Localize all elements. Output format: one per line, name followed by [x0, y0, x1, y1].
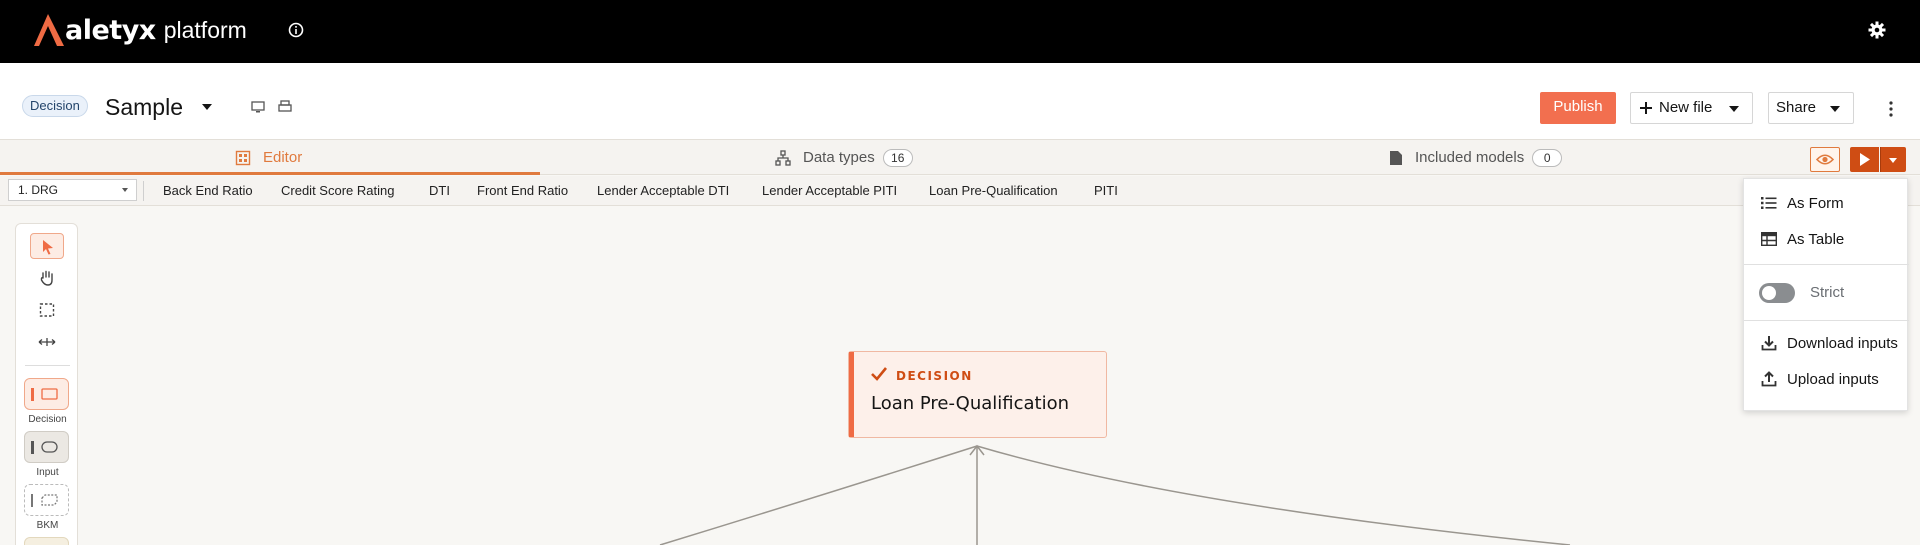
- top-bar: aletyx platform: [0, 0, 1920, 63]
- table-icon: [1761, 232, 1777, 246]
- run-as-table-item[interactable]: As Table: [1744, 222, 1909, 256]
- download-inputs-item[interactable]: Download inputs: [1744, 326, 1909, 360]
- run-button[interactable]: [1850, 147, 1879, 172]
- editor-tabs: Editor Data types 16 Included models 0: [0, 140, 1920, 175]
- upload-inputs-item[interactable]: Upload inputs: [1744, 362, 1909, 396]
- active-tab-indicator: [0, 172, 540, 175]
- eye-icon: [1815, 154, 1835, 165]
- dashed-select-icon: [39, 303, 55, 317]
- preview-button[interactable]: [1810, 147, 1840, 172]
- toggle-knob: [1762, 286, 1776, 300]
- run-options-menu: As Form As Table Strict Download inputs …: [1743, 178, 1909, 411]
- chevron-down-icon: [1889, 158, 1897, 163]
- node-link[interactable]: Lender Acceptable PITI: [762, 176, 897, 206]
- new-file-label: New file: [1659, 99, 1713, 116]
- gear-icon[interactable]: [1868, 21, 1886, 39]
- decision-tool-label: Decision: [28, 414, 67, 425]
- plus-icon: [1640, 102, 1652, 114]
- tab-included-models-label: Included models: [1415, 149, 1525, 166]
- tab-included-models[interactable]: Included models 0: [1389, 140, 1563, 175]
- horizontal-resize-icon: [38, 338, 56, 346]
- desktop-icon[interactable]: [250, 99, 266, 115]
- knowledge-source-tool[interactable]: [24, 537, 69, 545]
- file-icon: [1390, 150, 1402, 165]
- download-inputs-label: Download inputs: [1787, 334, 1898, 352]
- hierarchy-icon: [775, 149, 791, 166]
- chevron-down-icon: [1830, 106, 1840, 112]
- logo-mark-icon: [34, 14, 64, 46]
- brand-suffix: platform: [163, 16, 247, 43]
- decision-node-icon: [31, 388, 58, 401]
- node-type-label: DECISION: [896, 369, 973, 383]
- bkm-tool-label: BKM: [36, 520, 59, 531]
- check-icon: [871, 367, 888, 381]
- editor-header: Decision Sample Publish New file Share: [0, 63, 1920, 140]
- bkm-node-tool[interactable]: [24, 484, 69, 516]
- as-form-label: As Form: [1787, 194, 1844, 212]
- node-link[interactable]: Back End Ratio: [163, 176, 253, 206]
- tab-editor[interactable]: Editor: [235, 140, 302, 175]
- chevron-down-icon: [1729, 106, 1739, 112]
- lasso-tool[interactable]: [30, 297, 64, 323]
- file-title[interactable]: Sample: [105, 94, 183, 120]
- included-models-count: 0: [1532, 148, 1563, 167]
- list-icon: [1761, 197, 1777, 209]
- print-icon[interactable]: [277, 99, 293, 115]
- share-button[interactable]: Share: [1768, 92, 1854, 124]
- upload-inputs-label: Upload inputs: [1787, 370, 1879, 388]
- bkm-node-icon: [31, 494, 58, 507]
- decision-node-tool[interactable]: [24, 378, 69, 410]
- node-accent-bar: [849, 352, 854, 437]
- shape-palette: Decision Input BKM: [15, 223, 78, 545]
- divider: [1744, 320, 1909, 321]
- kebab-menu-icon[interactable]: [1885, 99, 1897, 119]
- upload-icon: [1761, 371, 1777, 387]
- model-type-badge: Decision: [22, 95, 88, 117]
- editor-icon: [235, 150, 251, 165]
- data-types-count: 16: [882, 148, 913, 167]
- info-icon[interactable]: [288, 22, 304, 38]
- node-link[interactable]: DTI: [429, 176, 450, 206]
- decision-node[interactable]: DECISION Loan Pre-Qualification: [848, 351, 1107, 438]
- as-table-label: As Table: [1787, 230, 1845, 248]
- node-name: Loan Pre-Qualification: [871, 393, 1070, 414]
- play-icon: [1860, 153, 1870, 166]
- node-link[interactable]: Front End Ratio: [477, 176, 568, 206]
- cursor-icon: [43, 240, 53, 255]
- input-tool-label: Input: [36, 467, 59, 478]
- app-logo[interactable]: aletyx platform: [34, 13, 247, 47]
- publish-button[interactable]: Publish: [1540, 92, 1616, 124]
- input-node-icon: [31, 441, 58, 454]
- share-label: Share: [1776, 99, 1817, 116]
- divider: [1744, 264, 1909, 265]
- divider: [143, 181, 144, 201]
- node-link[interactable]: PITI: [1094, 176, 1118, 206]
- run-options-toggle[interactable]: [1880, 147, 1906, 172]
- chevron-down-icon: [122, 188, 128, 192]
- download-icon: [1761, 336, 1777, 351]
- drg-select[interactable]: 1. DRG: [8, 179, 137, 201]
- chevron-down-icon[interactable]: [200, 101, 214, 113]
- tab-data-types-label: Data types: [803, 149, 875, 166]
- tab-editor-label: Editor: [263, 149, 303, 166]
- brand-word: aletyx: [65, 14, 156, 46]
- strict-toggle[interactable]: [1759, 283, 1795, 303]
- node-link[interactable]: Loan Pre-Qualification: [929, 176, 1058, 206]
- divider: [25, 365, 70, 366]
- tab-data-types[interactable]: Data types 16: [775, 140, 913, 175]
- hand-icon: [40, 270, 53, 286]
- new-file-button[interactable]: New file: [1630, 92, 1753, 124]
- pan-tool[interactable]: [30, 265, 64, 291]
- node-link[interactable]: Credit Score Rating: [281, 176, 394, 206]
- drg-node-bar: 1. DRG Back End Ratio Credit Score Ratin…: [0, 176, 1920, 206]
- resize-tool[interactable]: [30, 329, 64, 355]
- run-as-form-item[interactable]: As Form: [1744, 186, 1909, 220]
- select-tool[interactable]: [30, 233, 64, 259]
- node-link[interactable]: Lender Acceptable DTI: [597, 176, 729, 206]
- drg-select-value: 1. DRG: [18, 183, 59, 197]
- strict-label: Strict: [1810, 284, 1845, 301]
- input-node-tool[interactable]: [24, 431, 69, 463]
